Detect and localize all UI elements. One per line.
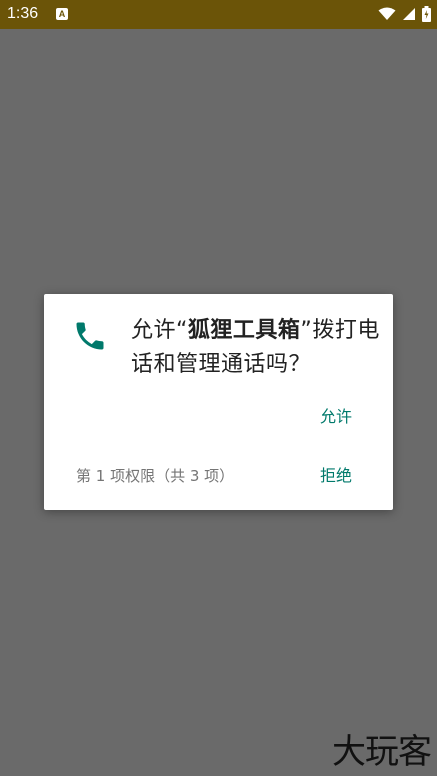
notification-app-icon: A [56,8,68,20]
cell-signal-icon [403,8,415,20]
phone-icon [76,322,104,350]
message-prefix: 允许“ [131,318,188,343]
status-icons [378,6,431,22]
permission-counter: 第 1 项权限（共 3 项） [76,467,235,485]
dialog-message: 允许“狐狸工具箱”拨打电话和管理通话吗？ [131,314,381,382]
battery-icon [422,6,431,22]
watermark-logo: 大玩客 [332,732,432,772]
status-time: 1:36 [7,5,39,22]
status-bar: 1:36 A [0,0,437,29]
deny-button[interactable]: 拒绝 [320,465,352,487]
wifi-icon [378,7,396,20]
permission-dialog: 允许“狐狸工具箱”拨打电话和管理通话吗？ 允许 第 1 项权限（共 3 项） 拒… [44,294,393,510]
allow-button[interactable]: 允许 [320,406,352,428]
app-name: 狐狸工具箱 [187,318,301,343]
